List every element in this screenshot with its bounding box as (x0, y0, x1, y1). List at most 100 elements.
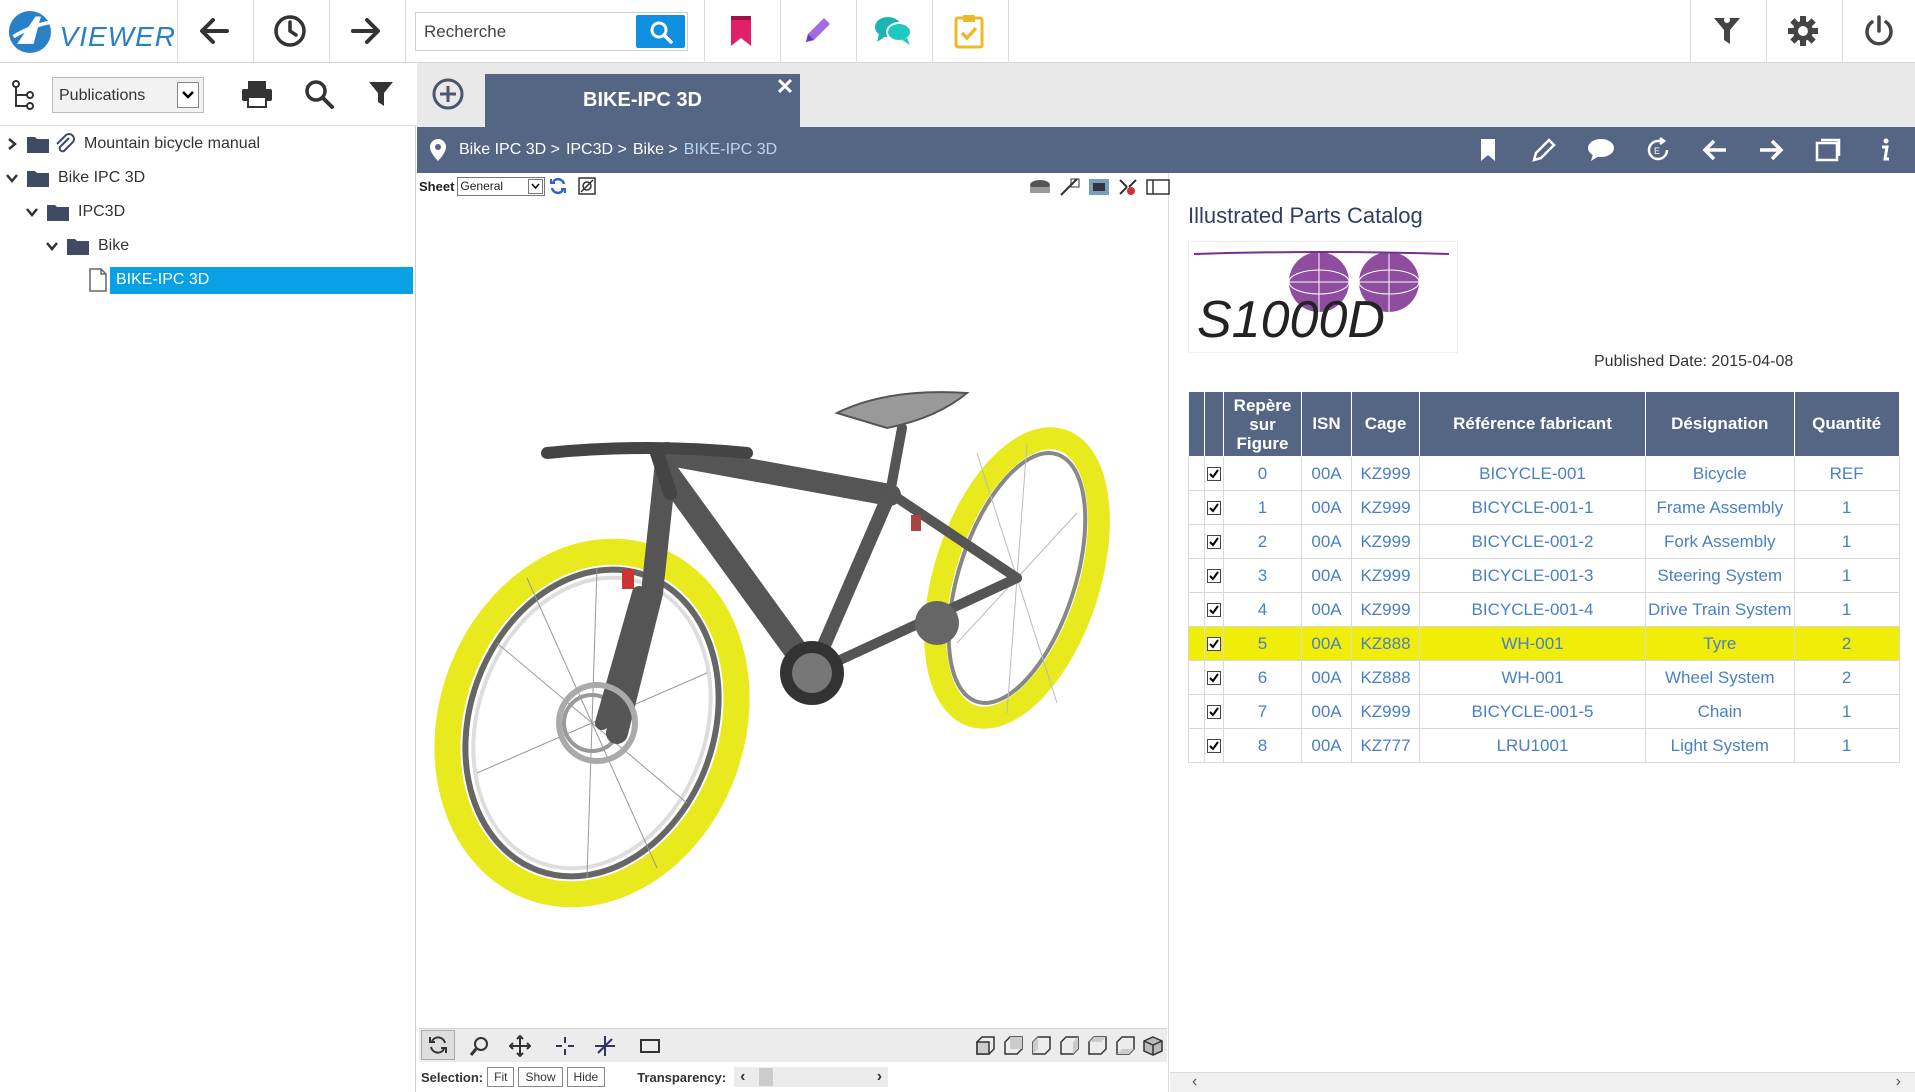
table-row[interactable]: 4 00A KZ999 BICYCLE-001-4 Drive Train System… (1188, 592, 1900, 627)
forward-button[interactable] (329, 0, 403, 62)
print-button[interactable] (222, 63, 292, 125)
checkbox[interactable] (1207, 671, 1221, 686)
layers-icon[interactable] (1027, 177, 1053, 197)
cube-left-icon[interactable] (1030, 1035, 1052, 1057)
table-row[interactable]: 5 00A KZ888 WH-001 Tyre 2 (1188, 626, 1900, 661)
chevron-down-icon[interactable] (4, 173, 20, 183)
col-header-reference[interactable]: Référence fabricant (1419, 391, 1646, 457)
previous-button[interactable] (1699, 136, 1731, 164)
transparency-slider[interactable]: ‹ › (734, 1067, 889, 1087)
cube-top-icon[interactable] (1086, 1035, 1108, 1057)
rotate-button[interactable] (421, 1030, 455, 1060)
front-light[interactable] (622, 569, 634, 589)
reset-view-icon[interactable] (577, 176, 597, 196)
info-button[interactable] (1869, 136, 1901, 164)
table-row[interactable]: 2 00A KZ999 BICYCLE-001-2 Fork Assembly 1 (1188, 524, 1900, 559)
tree-item-ipc3d[interactable]: IPC3D (24, 199, 125, 225)
checkbox[interactable] (1207, 467, 1221, 482)
select-parts-icon[interactable] (1087, 177, 1111, 197)
checkbox[interactable] (1207, 535, 1221, 550)
hide-button[interactable]: Hide (566, 1067, 606, 1087)
box-select-button[interactable] (639, 1036, 661, 1056)
sheet-select[interactable]: General (457, 176, 546, 196)
bookmarks-button[interactable] (704, 0, 778, 62)
zoom-button[interactable] (469, 1035, 491, 1057)
breadcrumb-item[interactable]: Bike IPC 3D > (459, 141, 560, 159)
filter-button[interactable] (1690, 0, 1764, 62)
cube-back-icon[interactable] (1002, 1035, 1024, 1057)
chevron-left-icon[interactable]: ‹ (1192, 1073, 1197, 1091)
refresh-button[interactable]: E (1642, 136, 1674, 164)
logout-button[interactable] (1842, 0, 1915, 62)
comments-button[interactable] (856, 0, 930, 62)
annotate-button[interactable] (780, 0, 854, 62)
show-button[interactable]: Show (518, 1067, 563, 1087)
measure-icon[interactable] (1059, 177, 1081, 197)
tree-item-bike[interactable]: Bike (44, 233, 129, 259)
rear-light[interactable] (911, 515, 921, 531)
cube-right-icon[interactable] (1058, 1035, 1080, 1057)
col-header-designation[interactable]: Désignation (1645, 391, 1795, 457)
table-row[interactable]: 0 00A KZ999 BICYCLE-001 Bicycle REF (1188, 456, 1900, 491)
table-row[interactable]: 6 00A KZ888 WH-001 Wheel System 2 (1188, 660, 1900, 695)
3d-viewer[interactable]: Sheet General Selection: Fit Show Hide T… (417, 173, 1200, 1092)
back-button[interactable] (177, 0, 251, 62)
breadcrumb-item[interactable]: IPC3D > (566, 141, 627, 159)
explode-icon[interactable] (1117, 177, 1139, 197)
next-button[interactable] (1755, 136, 1787, 164)
close-icon[interactable]: ✕ (774, 74, 796, 99)
col-header-cage[interactable]: Cage (1351, 391, 1420, 457)
breadcrumb-item[interactable]: Bike > (633, 141, 678, 159)
tab-bike-ipc-3d[interactable]: BIKE-IPC 3D ✕ (485, 74, 800, 127)
checkbox[interactable] (1207, 637, 1221, 652)
chevron-right-icon[interactable]: › (1896, 1073, 1901, 1091)
chevron-right-icon[interactable]: › (877, 1068, 882, 1086)
publication-selector[interactable]: Publications (52, 77, 204, 113)
tree-search-button[interactable] (284, 63, 354, 125)
chevron-down-icon[interactable] (44, 241, 60, 251)
annotate-doc-button[interactable] (1528, 136, 1560, 164)
table-row[interactable]: 3 00A KZ999 BICYCLE-001-3 Steering System 1 (1188, 558, 1900, 593)
comment-doc-button[interactable] (1585, 136, 1617, 164)
center-button[interactable] (554, 1035, 576, 1057)
tree-item-bike-ipc-3d[interactable]: Bike IPC 3D (4, 165, 145, 191)
axis-button[interactable] (594, 1035, 616, 1057)
tasks-button[interactable] (932, 0, 1006, 62)
search-button[interactable] (636, 15, 685, 48)
fit-button[interactable]: Fit (487, 1067, 515, 1087)
chevron-left-icon[interactable]: ‹ (740, 1068, 745, 1086)
new-tab-button[interactable] (431, 77, 465, 111)
tree-filter-button[interactable] (346, 63, 416, 125)
chevron-right-icon[interactable] (4, 137, 20, 151)
checkbox[interactable] (1207, 603, 1221, 618)
col-header-figure[interactable]: Repère sur Figure (1223, 391, 1302, 457)
tree-view-button[interactable] (10, 79, 38, 111)
checkbox[interactable] (1207, 501, 1221, 516)
bookmark-button[interactable] (1472, 136, 1504, 164)
bike-3d-model[interactable] (417, 293, 1169, 1013)
checkbox[interactable] (1207, 739, 1221, 754)
pan-button[interactable] (509, 1035, 531, 1057)
cube-bottom-icon[interactable] (1114, 1035, 1136, 1057)
table-row[interactable]: 1 00A KZ999 BICYCLE-001-1 Frame Assembly 1 (1188, 490, 1900, 525)
tree-item-mountain-bicycle-manual[interactable]: Mountain bicycle manual (4, 131, 260, 157)
saddle[interactable] (834, 391, 970, 430)
ipc-horizontal-scrollbar[interactable]: ‹ › (1170, 1072, 1915, 1092)
checkbox[interactable] (1207, 705, 1221, 720)
tree-item-bike-ipc-3d-doc[interactable]: BIKE-IPC 3D (88, 266, 413, 294)
cube-iso-icon[interactable] (1142, 1035, 1164, 1057)
table-row[interactable]: 7 00A KZ999 BICYCLE-001-5 Chain 1 (1188, 694, 1900, 729)
panel-icon[interactable] (1145, 177, 1171, 197)
col-header-quantity[interactable]: Quantité (1793, 391, 1900, 457)
slider-thumb[interactable] (759, 1068, 774, 1086)
col-header-isn[interactable]: ISN (1301, 391, 1352, 457)
window-button[interactable] (1812, 136, 1844, 164)
cube-front-icon[interactable] (974, 1035, 996, 1057)
checkbox[interactable] (1207, 569, 1221, 584)
history-button[interactable] (253, 0, 327, 62)
sync-icon[interactable] (548, 176, 568, 196)
chevron-down-icon[interactable] (24, 207, 40, 217)
search-input[interactable] (416, 13, 638, 50)
settings-button[interactable] (1766, 0, 1840, 62)
table-row[interactable]: 8 00A KZ777 LRU1001 Light System 1 (1188, 728, 1900, 763)
